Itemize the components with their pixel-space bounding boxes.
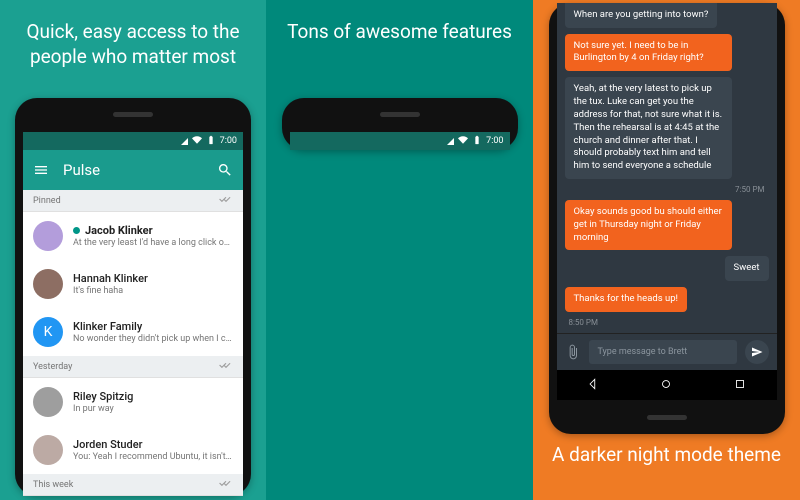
section-label: This week: [33, 480, 73, 490]
conversation-item[interactable]: Jacob KlinkerAt the very least I'd have …: [23, 212, 243, 260]
section-label: Pinned: [33, 196, 61, 206]
battery-icon: [206, 135, 216, 148]
tagline-text: Tons of awesome features: [276, 16, 523, 57]
promo-panel-3: When are you getting into town? Not sure …: [533, 0, 800, 500]
app-bar: Pulse: [23, 150, 243, 190]
message-bubble[interactable]: Okay sounds good bu should either get in…: [565, 200, 732, 250]
app-title: Pulse: [63, 161, 203, 179]
tagline-text: A darker night mode theme: [533, 439, 800, 480]
phone-screen: 7:00 Pulse Pinned Jacob KlinkerAt the ver…: [23, 132, 243, 496]
message-bubble[interactable]: Thanks for the heads up!: [565, 287, 688, 312]
message-input[interactable]: Type message to Brett: [589, 340, 737, 364]
timestamp: 7:50 PM: [731, 185, 768, 194]
search-icon[interactable]: [217, 162, 233, 178]
phone-frame: 7:00 Pulse Pinned Jacob KlinkerAt the ver…: [15, 98, 251, 496]
read-all-icon[interactable]: [219, 478, 233, 491]
message-bubble[interactable]: Yeah, at the very latest to pick up the …: [565, 77, 732, 179]
avatar: [33, 387, 63, 417]
phone-speaker: [380, 112, 420, 117]
contact-name: Riley Spitzig: [73, 390, 233, 403]
read-all-icon[interactable]: [219, 194, 233, 207]
chat-view: When are you getting into town? Not sure …: [557, 3, 777, 400]
phone-frame: When are you getting into town? Not sure …: [549, 3, 785, 434]
contact-name: Klinker Family: [73, 320, 233, 333]
status-bar: 7:00: [23, 132, 243, 150]
message-preview: You: Yeah I recommend Ubuntu, it isn't t…: [73, 452, 233, 462]
contact-name: Jacob Klinker: [73, 224, 233, 237]
section-header: This week: [23, 474, 243, 496]
phone-screen: 7:00 m, relax today! ering when wear… Lu…: [290, 132, 510, 150]
wifi-icon: [458, 135, 468, 148]
battery-icon: [472, 135, 482, 148]
timestamp: 8:50 PM: [565, 318, 769, 327]
message-preview: At the very least I'd have a long click …: [73, 238, 233, 248]
phone-speaker: [647, 415, 687, 420]
home-icon[interactable]: [659, 376, 673, 395]
avatar: [33, 269, 63, 299]
message-preview: It's fine haha: [73, 286, 233, 296]
avatar: [33, 221, 63, 251]
message-list[interactable]: When are you getting into town? Not sure …: [557, 3, 777, 333]
menu-icon[interactable]: [33, 162, 49, 178]
section-header: Yesterday: [23, 356, 243, 378]
section-header: Pinned: [23, 190, 243, 212]
android-nav-bar: [557, 370, 777, 400]
avatar: [33, 435, 63, 465]
message-bubble[interactable]: Sweet: [725, 256, 769, 281]
conversation-list[interactable]: Pinned Jacob KlinkerAt the very least I'd…: [23, 190, 243, 496]
contact-name: Hannah Klinker: [73, 272, 233, 285]
conversation-item[interactable]: K Klinker FamilyNo wonder they didn't pic…: [23, 308, 243, 356]
signal-icon: [181, 138, 188, 145]
phone-speaker: [113, 112, 153, 117]
status-time: 7:00: [486, 136, 503, 146]
conversation-item[interactable]: Riley SpitzigIn pur way: [23, 378, 243, 426]
back-icon[interactable]: [586, 376, 600, 395]
avatar: K: [33, 317, 63, 347]
message-preview: In pur way: [73, 404, 233, 414]
message-bubble[interactable]: Not sure yet. I need to be in Burlington…: [565, 34, 732, 72]
recents-icon[interactable]: [733, 376, 747, 395]
signal-icon: [447, 138, 454, 145]
message-preview: No wonder they didn't pick up when I cal…: [73, 334, 233, 344]
conversation-item[interactable]: Jorden StuderYou: Yeah I recommend Ubunt…: [23, 426, 243, 474]
send-button[interactable]: [745, 340, 769, 364]
conversation-item[interactable]: Hannah KlinkerIt's fine haha: [23, 260, 243, 308]
phone-screen: When are you getting into town? Not sure …: [557, 3, 777, 400]
promo-panel-1: Quick, easy access to the people who mat…: [0, 0, 266, 500]
contact-name: Jorden Studer: [73, 438, 233, 451]
message-composer: Type message to Brett: [557, 333, 777, 370]
unread-dot: [73, 227, 80, 234]
tagline-text: Quick, easy access to the people who mat…: [10, 16, 256, 81]
phone-frame: 7:00 m, relax today! ering when wear… Lu…: [282, 98, 518, 150]
read-all-icon[interactable]: [219, 360, 233, 373]
wifi-icon: [192, 135, 202, 148]
section-label: Yesterday: [33, 362, 72, 372]
attach-icon[interactable]: [565, 344, 581, 360]
promo-panel-2: Tons of awesome features 7:00 m, relax t…: [266, 0, 533, 500]
status-bar: 7:00: [290, 132, 510, 150]
status-time: 7:00: [220, 136, 237, 146]
message-bubble[interactable]: When are you getting into town?: [565, 3, 718, 28]
